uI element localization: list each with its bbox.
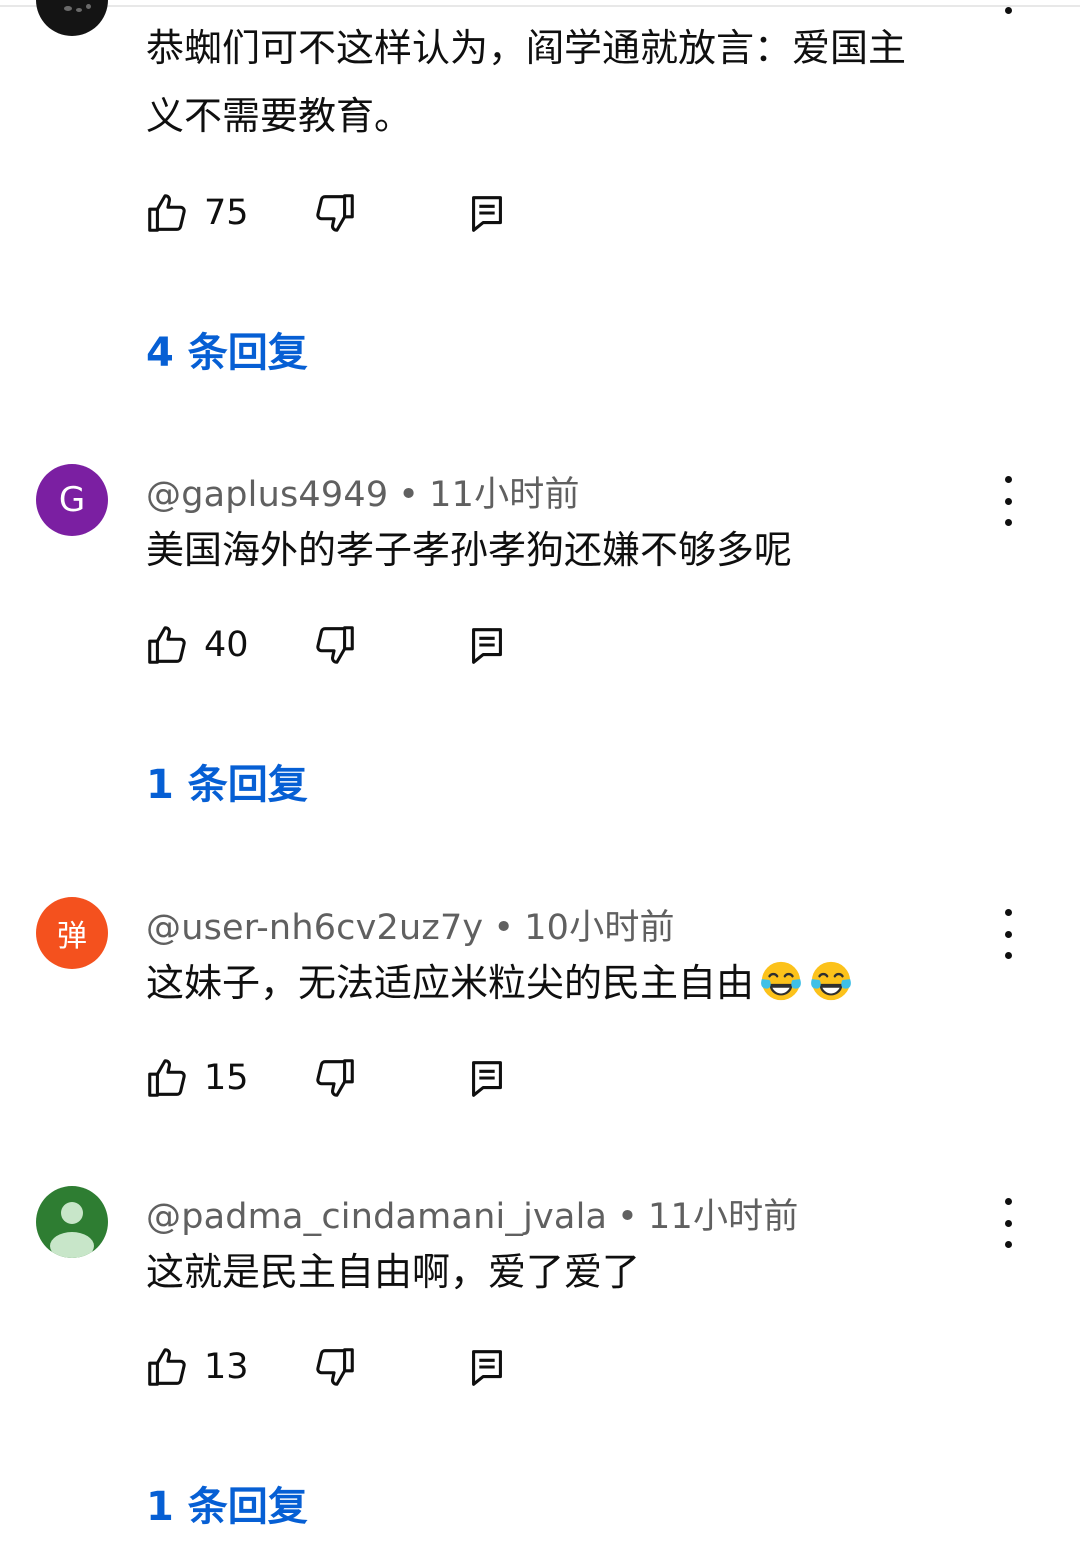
comment-text: 这妹子，无法适应米粒尖的民主自由 xyxy=(146,949,1006,1017)
timestamp: 11小时前 xyxy=(648,1197,799,1237)
comment-text: 这就是民主自由啊，爱了爱了 xyxy=(146,1250,641,1294)
reply-comment-icon xyxy=(472,628,502,664)
author-name[interactable]: @gaplus4949 xyxy=(146,475,388,515)
default-person-icon xyxy=(50,1202,94,1258)
author-name[interactable]: @user-nh6cv2uz7y xyxy=(146,908,483,948)
more-vertical-icon xyxy=(1004,909,1012,916)
avatar[interactable]: 弹 xyxy=(36,897,108,969)
dislike-button[interactable] xyxy=(312,1053,358,1103)
like-count: 15 xyxy=(204,1058,249,1098)
comment-text-line: 恭蜘们可不这样认为，阎学通就放言：爱国主 xyxy=(146,26,907,70)
reply-comment-icon xyxy=(472,196,502,232)
reply-button[interactable] xyxy=(464,1342,510,1392)
timestamp: 11小时前 xyxy=(429,475,580,515)
comment-text: 美国海外的孝子孝孙孝狗还嫌不够多呢 xyxy=(146,528,793,572)
thumbs-up-icon xyxy=(148,1059,186,1097)
thumbs-down-icon xyxy=(316,1348,354,1386)
comment-actions: 15 xyxy=(144,1053,564,1103)
thumbs-up-icon xyxy=(148,194,186,232)
more-vertical-icon xyxy=(1004,1198,1012,1205)
like-count: 40 xyxy=(204,625,249,665)
comment-actions: 40 xyxy=(144,620,564,670)
reply-comment-icon xyxy=(472,1350,502,1386)
thumbs-down-icon xyxy=(316,626,354,664)
comment-meta: @gaplus4949 • 11小时前 xyxy=(146,466,580,517)
comment-meta: @padma_cindamani_jvala • 11小时前 xyxy=(146,1188,799,1239)
face-with-tears-of-joy-icon xyxy=(761,961,801,1001)
comment-text-line: 义不需要教育。 xyxy=(146,94,413,138)
comment-text-body: 这妹子，无法适应米粒尖的民主自由 xyxy=(146,961,755,1005)
thumbs-up-icon xyxy=(148,626,186,664)
like-count: 13 xyxy=(204,1347,249,1387)
reply-button[interactable] xyxy=(464,188,510,238)
like-button[interactable]: 75 xyxy=(144,188,249,238)
author-name[interactable]: @padma_cindamani_jvala xyxy=(146,1197,607,1237)
view-replies-button[interactable]: 1 条回复 xyxy=(146,752,308,810)
avatar[interactable]: G xyxy=(36,464,108,536)
like-button[interactable]: 13 xyxy=(144,1342,249,1392)
thumbs-down-icon xyxy=(316,1059,354,1097)
reply-comment-icon xyxy=(472,1061,502,1097)
timestamp: 10小时前 xyxy=(524,908,675,948)
avatar[interactable] xyxy=(36,0,108,36)
more-options-button[interactable] xyxy=(988,0,1028,14)
view-replies-button[interactable]: 1 条回复 xyxy=(146,1474,308,1532)
avatar[interactable] xyxy=(36,1186,108,1258)
top-divider xyxy=(0,5,1080,7)
comment-actions: 13 xyxy=(144,1342,564,1392)
like-button[interactable]: 40 xyxy=(144,620,249,670)
meta-separator: • xyxy=(398,475,420,515)
view-replies-button[interactable]: 4 条回复 xyxy=(146,320,308,378)
reply-button[interactable] xyxy=(464,620,510,670)
dislike-button[interactable] xyxy=(312,620,358,670)
like-count: 75 xyxy=(204,193,249,233)
comment-meta: @user-nh6cv2uz7y • 10小时前 xyxy=(146,899,675,950)
thumbs-up-icon xyxy=(148,1348,186,1386)
comment-actions: 75 xyxy=(144,188,564,238)
thumbs-down-icon xyxy=(316,194,354,232)
comment-text: 恭蜘们可不这样认为，阎学通就放言：爱国主 义不需要教育。 xyxy=(146,14,1006,150)
more-vertical-icon xyxy=(1004,476,1012,483)
meta-separator: • xyxy=(617,1197,639,1237)
meta-separator: • xyxy=(493,908,515,948)
like-button[interactable]: 15 xyxy=(144,1053,249,1103)
reply-button[interactable] xyxy=(464,1053,510,1103)
dislike-button[interactable] xyxy=(312,1342,358,1392)
avatar-letter: 弹 xyxy=(57,919,87,954)
dislike-button[interactable] xyxy=(312,188,358,238)
avatar-letter: G xyxy=(58,480,86,520)
face-with-tears-of-joy-icon xyxy=(811,961,851,1001)
